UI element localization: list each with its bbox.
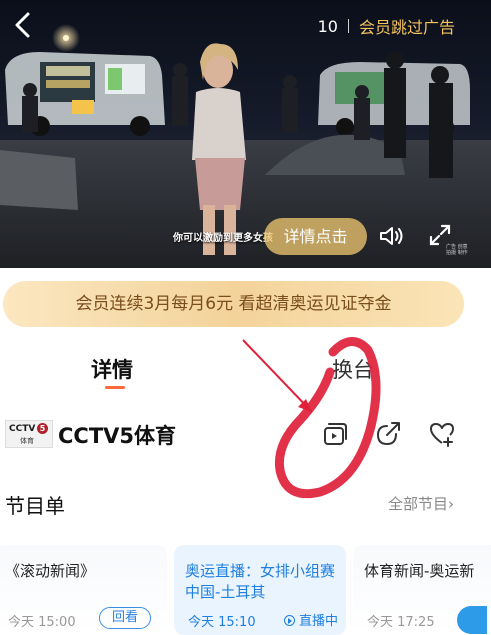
ad-bar: 10 会员跳过广告 <box>318 14 455 38</box>
reminder-button[interactable] <box>457 606 487 634</box>
annotation-arrow-head <box>298 399 312 412</box>
membership-banner[interactable]: 会员连续3月每月6元 看超清奥运见证夺金 <box>3 281 464 327</box>
program-time: 今天 15:00 <box>8 615 76 630</box>
ad-watermark: 广告 创意 拍摄 制作 <box>446 244 468 256</box>
ad-detail-button[interactable]: 详情点击 <box>264 218 367 255</box>
tab-detail[interactable]: 详情 <box>91 354 133 384</box>
ad-countdown: 10 <box>317 16 338 36</box>
schedule-card-live[interactable]: 奥运直播：女排小组赛 中国-土耳其 今天 15:10 直播中 <box>174 545 346 635</box>
all-programs-link[interactable]: 全部节目› <box>388 493 454 514</box>
schedule-title: 节目单 <box>5 494 65 518</box>
skip-ad-button[interactable]: 会员跳过广告 <box>359 14 455 38</box>
live-status-label: 直播中 <box>299 614 339 629</box>
back-arrow-icon[interactable] <box>8 8 38 42</box>
replay-button[interactable]: 回看 <box>99 607 151 629</box>
channel-logo-sub: 体育 <box>20 437 34 445</box>
volume-icon[interactable] <box>377 222 405 250</box>
video-frame <box>0 24 491 268</box>
program-title: 奥运直播：女排小组赛 中国-土耳其 <box>185 562 336 601</box>
video-player[interactable]: 10 会员跳过广告 你可以激励到更多女孩 详情点击 广告 创意 拍摄 制作 <box>0 0 491 268</box>
program-title: 《滚动新闻》 <box>5 562 96 580</box>
channel-logo: CCTV 5 体育 <box>5 420 53 448</box>
program-title: 体育新闻-奥运新 <box>364 562 475 580</box>
schedule-card[interactable]: 《滚动新闻》 今天 15:00 回看 <box>0 545 167 635</box>
multi-screen-icon[interactable] <box>321 420 349 448</box>
ad-divider <box>347 19 349 33</box>
channel-logo-number: 5 <box>37 423 48 434</box>
tab-active-indicator <box>105 386 125 389</box>
live-status[interactable]: 直播中 <box>284 610 338 629</box>
share-icon[interactable] <box>374 420 402 448</box>
live-play-icon <box>284 615 295 626</box>
tab-switch-channel[interactable]: 换台 <box>332 354 374 384</box>
all-programs-label: 全部节目 <box>388 495 449 513</box>
video-subtitle: 你可以激励到更多女孩 <box>173 233 273 244</box>
program-time: 今天 17:25 <box>367 615 435 630</box>
program-time: 今天 15:10 <box>188 615 256 630</box>
app-page: 10 会员跳过广告 你可以激励到更多女孩 详情点击 广告 创意 拍摄 制作 会员… <box>0 0 491 635</box>
follow-icon[interactable] <box>428 420 456 448</box>
channel-name: CCTV5体育 <box>58 424 177 448</box>
annotation-arrow-line <box>242 339 313 413</box>
chevron-right-icon: › <box>448 495 455 513</box>
channel-logo-text: CCTV <box>9 424 36 434</box>
